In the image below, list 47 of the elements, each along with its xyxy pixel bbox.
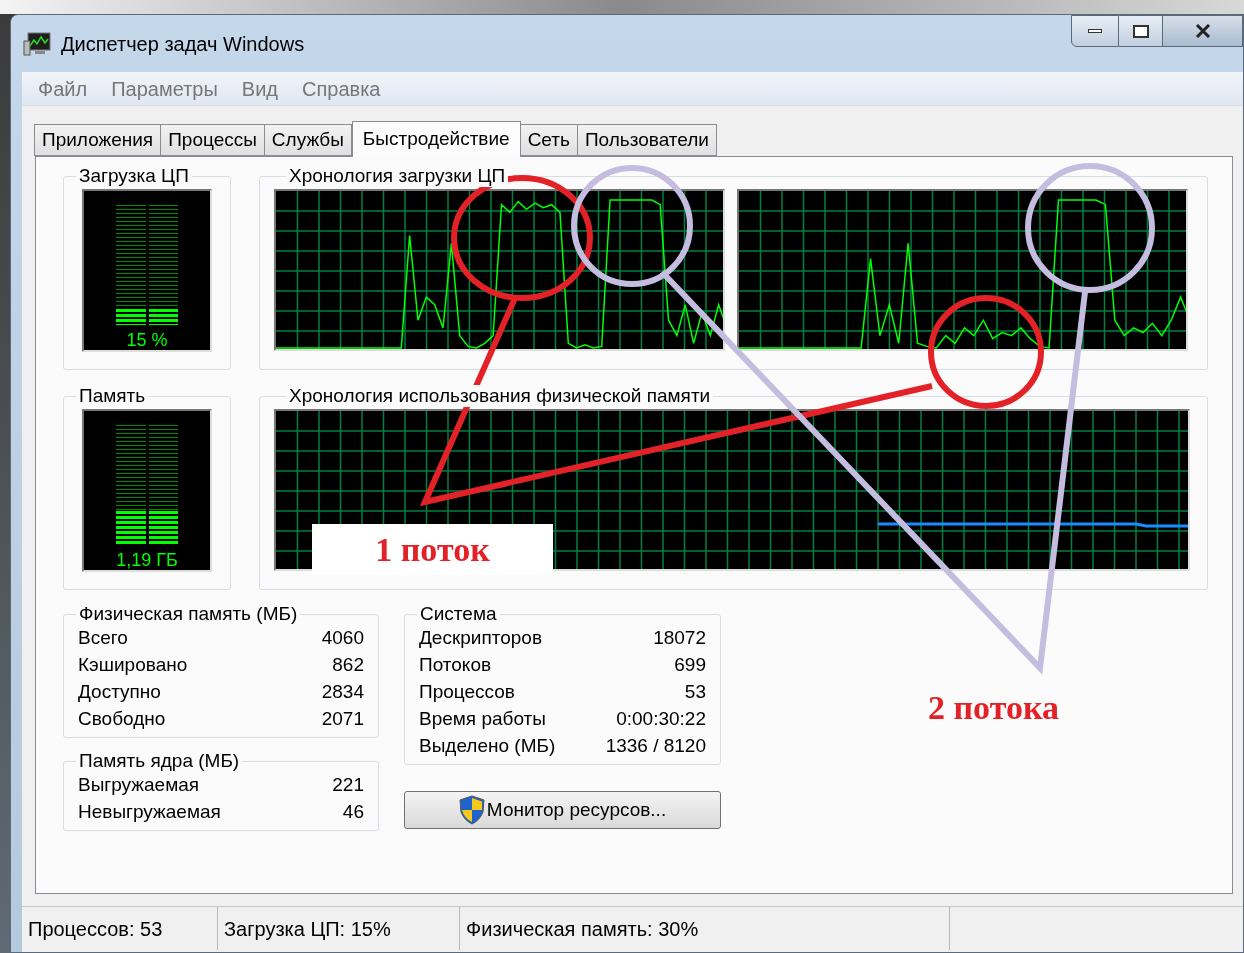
stat-value: 862 <box>332 653 364 678</box>
menu-item[interactable]: Файл <box>28 73 98 104</box>
maximize-button[interactable] <box>1119 15 1163 47</box>
close-button[interactable] <box>1163 15 1243 47</box>
menu-item[interactable]: Параметры <box>101 73 228 104</box>
stat-label: Дескрипторов <box>419 626 542 651</box>
stat-value: 18072 <box>653 626 706 651</box>
callout-label: 1 поток <box>312 524 553 575</box>
tab[interactable]: Процессы <box>160 124 265 156</box>
stat-value: 699 <box>674 653 706 678</box>
tab[interactable]: Быстродействие <box>351 121 521 157</box>
resource-monitor-button[interactable]: Монитор ресурсов... <box>404 791 721 829</box>
menu-item[interactable]: Вид <box>231 73 288 104</box>
tab[interactable]: Приложения <box>34 124 162 156</box>
stat-value: 53 <box>684 680 706 705</box>
stat-label: Выделено (МБ) <box>419 734 556 759</box>
stat-label: Доступно <box>78 680 161 705</box>
minimize-button[interactable] <box>1071 15 1119 47</box>
meter-reading: 1,19 ГБ <box>116 551 178 569</box>
status-bar-item: Физическая память: 30% <box>460 907 950 950</box>
close-icon <box>1194 24 1211 38</box>
tab[interactable]: Пользователи <box>576 124 717 156</box>
stat-value: 2071 <box>321 707 364 732</box>
window-title: Диспетчер задач Windows <box>61 31 305 57</box>
callout-label: 2 потока <box>928 688 1059 728</box>
stat-label: Выгружаемая <box>78 773 200 798</box>
stat-label: Всего <box>78 626 128 651</box>
stat-label: Кэшировано <box>78 653 188 678</box>
stat-value: 4060 <box>321 626 364 651</box>
status-bar-item: Загрузка ЦП: 15% <box>218 907 460 950</box>
stat-value: 221 <box>332 773 364 798</box>
shield-icon <box>458 795 485 825</box>
stat-label: Время работы <box>419 707 546 732</box>
monitor-icon <box>23 30 53 57</box>
meter-reading: 15 % <box>126 331 168 349</box>
tab[interactable]: Сеть <box>519 124 578 156</box>
stat-value: 0:00:30:22 <box>616 707 706 732</box>
tab[interactable]: Службы <box>263 124 352 156</box>
stat-label: Процессов <box>419 680 515 705</box>
stat-value: 2834 <box>321 680 364 705</box>
stat-value: 1336 / 8120 <box>605 734 706 759</box>
stat-value: 46 <box>342 800 364 825</box>
menu-item[interactable]: Справка <box>292 73 391 104</box>
stat-label: Невыгружаемая <box>78 800 221 825</box>
status-bar-item: Процессов: 53 <box>22 907 218 950</box>
stat-label: Потоков <box>419 653 492 678</box>
stat-label: Свободно <box>78 707 166 732</box>
